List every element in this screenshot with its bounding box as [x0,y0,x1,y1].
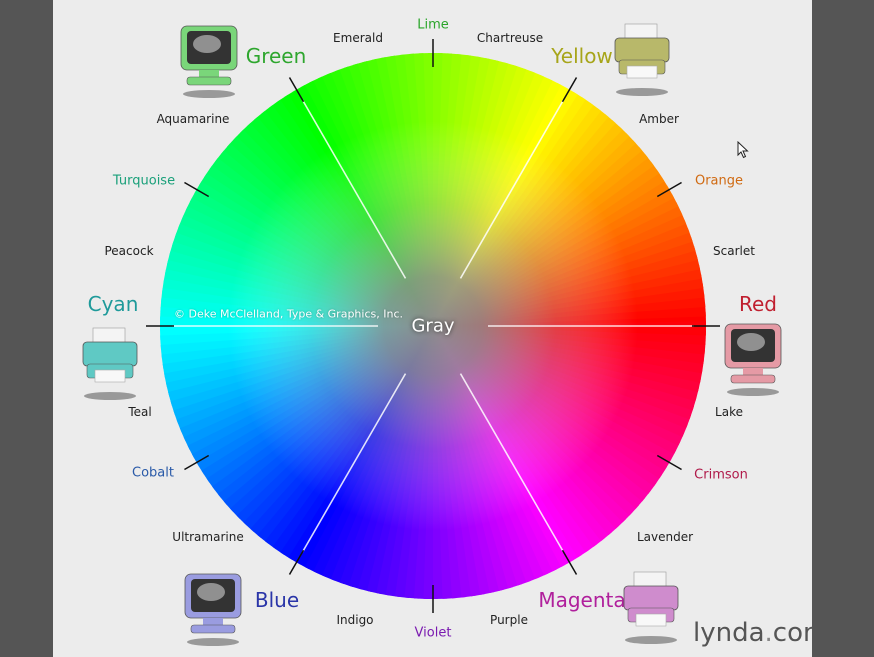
printer-icon [611,20,673,102]
center-gray-label: Gray [411,315,455,337]
label-amber: Amber [639,112,679,126]
printer-icon [79,324,141,406]
label-lime: Lime [417,17,449,33]
monitor-icon [177,22,241,104]
color-wheel-slide: Gray © Deke McClelland, Type & Graphics,… [53,0,812,657]
label-violet: Violet [414,625,452,641]
label-lake: Lake [715,405,743,419]
label-lavender: Lavender [636,530,694,544]
lynda-logo: lynda.com [693,618,812,648]
label-yellow: Yellow [551,44,613,68]
label-blue: Blue [254,588,300,612]
label-green: Green [245,44,307,68]
monitor-icon [181,570,245,652]
label-ultramarine: Ultramarine [172,530,244,544]
label-crimson: Crimson [694,467,748,483]
monitor-icon [721,320,785,402]
label-magenta: Magenta [538,588,626,612]
mouse-cursor-icon [737,141,749,159]
label-emerald: Emerald [333,31,383,45]
label-aquamarine: Aquamarine [156,112,230,126]
label-chartreuse: Chartreuse [476,31,544,45]
label-orange: Orange [694,173,744,189]
label-red: Red [739,292,777,316]
label-indigo: Indigo [336,613,374,627]
label-cyan: Cyan [87,292,139,316]
logo-name: lynda [693,618,765,648]
label-turquoise: Turquoise [112,173,176,189]
label-cobalt: Cobalt [132,465,174,481]
printer-icon [620,568,682,650]
copyright-notice: © Deke McClelland, Type & Graphics, Inc. [174,307,403,321]
label-teal: Teal [128,405,152,419]
label-peacock: Peacock [104,244,154,258]
label-scarlet: Scarlet [713,244,755,258]
logo-suffix: com [772,618,812,648]
label-purple: Purple [490,613,528,627]
